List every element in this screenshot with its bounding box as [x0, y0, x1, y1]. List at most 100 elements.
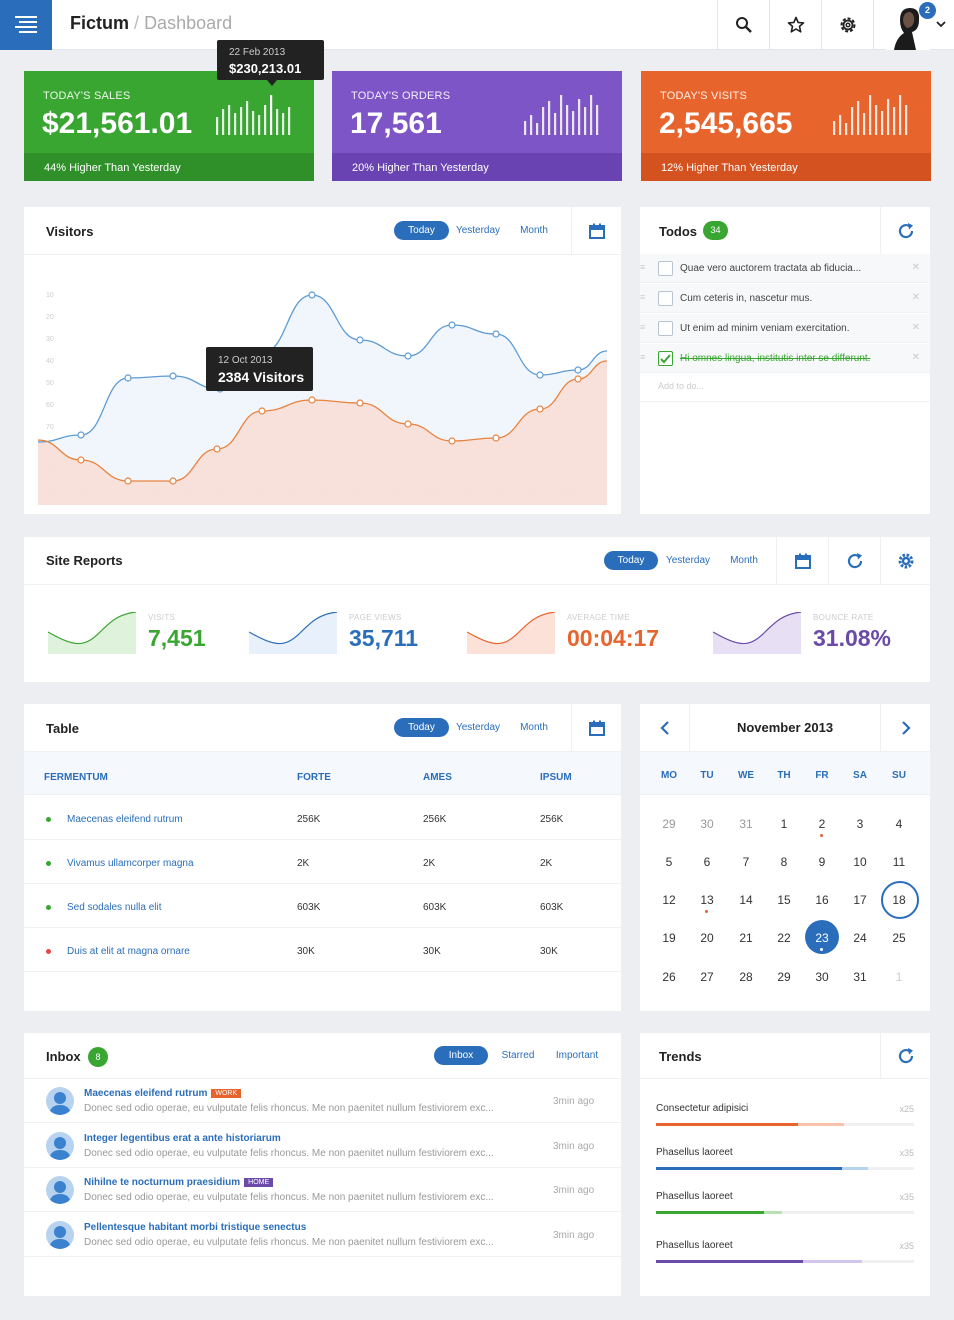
- calendar-day[interactable]: 12: [650, 882, 688, 918]
- row-name-link[interactable]: Sed sodales nulla elit: [67, 902, 162, 913]
- calendar-day[interactable]: 7: [727, 844, 765, 880]
- tab-month[interactable]: Month: [724, 551, 764, 570]
- drag-handle-icon[interactable]: ≡: [640, 352, 645, 362]
- tab-inbox[interactable]: Inbox: [434, 1046, 488, 1065]
- calendar-day[interactable]: 15: [765, 882, 803, 918]
- column-header[interactable]: AMES: [423, 772, 452, 783]
- calendar-day[interactable]: 2: [803, 806, 841, 842]
- calendar-day[interactable]: 27: [688, 959, 726, 995]
- column-header[interactable]: FERMENTUM: [44, 772, 108, 783]
- calendar-day[interactable]: 19: [650, 920, 688, 956]
- tab-today[interactable]: Today: [394, 221, 449, 240]
- prev-month-button[interactable]: [640, 704, 690, 752]
- table-row[interactable]: Maecenas eleifend rutrum 256K 256K 256K: [24, 796, 621, 840]
- delete-icon[interactable]: ✕: [912, 322, 920, 333]
- drag-handle-icon[interactable]: ≡: [640, 322, 645, 332]
- todo-checkbox[interactable]: [658, 321, 673, 336]
- delete-icon[interactable]: ✕: [912, 292, 920, 303]
- calendar-button[interactable]: [776, 537, 828, 585]
- calendar-day[interactable]: 29: [650, 806, 688, 842]
- settings-button[interactable]: [880, 537, 930, 585]
- column-header[interactable]: IPSUM: [540, 772, 572, 783]
- subject-text[interactable]: Pellentesque habitant morbi tristique se…: [84, 1222, 306, 1233]
- drag-handle-icon[interactable]: ≡: [640, 292, 645, 302]
- next-month-button[interactable]: [880, 704, 930, 752]
- calendar-day[interactable]: 29: [765, 959, 803, 995]
- calendar-day[interactable]: 30: [688, 806, 726, 842]
- refresh-button[interactable]: [880, 1033, 930, 1079]
- calendar-day[interactable]: 20: [688, 920, 726, 956]
- row-name-link[interactable]: Maecenas eleifend rutrum: [67, 814, 183, 825]
- tab-yesterday[interactable]: Yesterday: [662, 551, 714, 570]
- calendar-day[interactable]: 18: [880, 881, 919, 919]
- add-todo-input[interactable]: Add to do...: [658, 381, 704, 391]
- inbox-message[interactable]: Pellentesque habitant morbi tristique se…: [24, 1213, 621, 1257]
- tab-today[interactable]: Today: [604, 551, 658, 570]
- inbox-message[interactable]: Nihilne te nocturnum praesidium HOME Donec…: [24, 1168, 621, 1212]
- calendar-day[interactable]: 30: [803, 959, 841, 995]
- calendar-day[interactable]: 11: [880, 844, 918, 880]
- calendar-day[interactable]: 26: [650, 959, 688, 995]
- message-subject[interactable]: Pellentesque habitant morbi tristique se…: [84, 1222, 306, 1233]
- todo-item[interactable]: ≡ Quae vero auctorem tractata ab fiducia.…: [640, 254, 930, 283]
- calendar-day[interactable]: 31: [841, 959, 879, 995]
- inbox-message[interactable]: Integer legentibus erat a ante historiar…: [24, 1124, 621, 1168]
- todo-item[interactable]: ≡ Hi omnes lingua, institutis inter se di…: [640, 344, 930, 373]
- inbox-message[interactable]: Maecenas eleifend rutrum WORK Donec sed od…: [24, 1079, 621, 1123]
- calendar-day[interactable]: 8: [765, 844, 803, 880]
- tab-month[interactable]: Month: [514, 221, 554, 240]
- table-row[interactable]: Sed sodales nulla elit 603K 603K 603K: [24, 884, 621, 928]
- favorites-button[interactable]: [769, 0, 821, 50]
- tab-today[interactable]: Today: [394, 718, 449, 737]
- todo-item[interactable]: ≡ Cum ceteris in, nascetur mus. ✕: [640, 284, 930, 313]
- calendar-day[interactable]: 10: [841, 844, 879, 880]
- tab-yesterday[interactable]: Yesterday: [452, 221, 504, 240]
- user-menu[interactable]: 2: [873, 0, 954, 50]
- calendar-day[interactable]: 14: [727, 882, 765, 918]
- message-subject[interactable]: Integer legentibus erat a ante historiar…: [84, 1133, 281, 1144]
- calendar-day[interactable]: 1: [880, 959, 918, 995]
- calendar-day[interactable]: 28: [727, 959, 765, 995]
- delete-icon[interactable]: ✕: [912, 352, 920, 363]
- calendar-day[interactable]: 16: [803, 882, 841, 918]
- message-subject[interactable]: Maecenas eleifend rutrum WORK: [84, 1088, 242, 1099]
- row-name-link[interactable]: Vivamus ullamcorper magna: [67, 858, 194, 869]
- calendar-day[interactable]: 21: [727, 920, 765, 956]
- calendar-day[interactable]: 5: [650, 844, 688, 880]
- calendar-day[interactable]: 17: [841, 882, 879, 918]
- todo-checkbox[interactable]: [658, 291, 673, 306]
- calendar-day[interactable]: 4: [880, 806, 918, 842]
- tab-important[interactable]: Important: [550, 1046, 604, 1065]
- settings-button[interactable]: [821, 0, 873, 50]
- table-row[interactable]: Vivamus ullamcorper magna 2K 2K 2K: [24, 840, 621, 884]
- table-row[interactable]: Duis at elit at magna ornare 30K 30K 30K: [24, 928, 621, 972]
- calendar-day[interactable]: 25: [880, 920, 918, 956]
- calendar-day[interactable]: 1: [765, 806, 803, 842]
- calendar-day[interactable]: 13: [688, 882, 726, 918]
- menu-button[interactable]: [0, 0, 52, 50]
- calendar-button[interactable]: [571, 207, 621, 255]
- calendar-button[interactable]: [571, 704, 621, 752]
- subject-text[interactable]: Nihilne te nocturnum praesidium: [84, 1177, 240, 1188]
- calendar-day[interactable]: 9: [803, 844, 841, 880]
- search-button[interactable]: [717, 0, 769, 50]
- subject-text[interactable]: Integer legentibus erat a ante historiar…: [84, 1133, 281, 1144]
- calendar-day[interactable]: 22: [765, 920, 803, 956]
- calendar-day[interactable]: 23: [803, 920, 841, 956]
- subject-text[interactable]: Maecenas eleifend rutrum: [84, 1088, 207, 1099]
- refresh-button[interactable]: [828, 537, 880, 585]
- tab-yesterday[interactable]: Yesterday: [452, 718, 504, 737]
- delete-icon[interactable]: ✕: [912, 262, 920, 273]
- refresh-button[interactable]: [880, 207, 930, 255]
- message-subject[interactable]: Nihilne te nocturnum praesidium HOME: [84, 1177, 274, 1188]
- todo-checkbox[interactable]: [658, 351, 673, 366]
- column-header[interactable]: FORTE: [297, 772, 331, 783]
- tab-starred[interactable]: Starred: [494, 1046, 542, 1065]
- todo-checkbox[interactable]: [658, 261, 673, 276]
- calendar-day[interactable]: 31: [727, 806, 765, 842]
- row-name-link[interactable]: Duis at elit at magna ornare: [67, 946, 190, 957]
- drag-handle-icon[interactable]: ≡: [640, 262, 645, 272]
- calendar-day[interactable]: 6: [688, 844, 726, 880]
- calendar-day[interactable]: 24: [841, 920, 879, 956]
- tab-month[interactable]: Month: [514, 718, 554, 737]
